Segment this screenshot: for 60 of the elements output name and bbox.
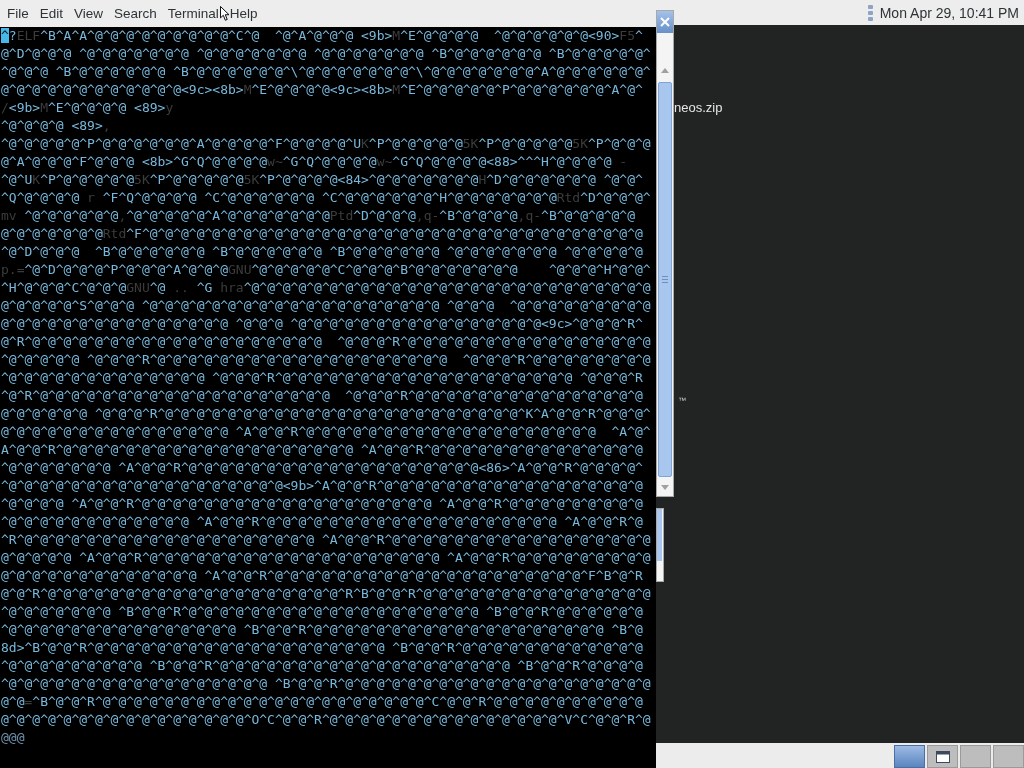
- terminal-line: ^?ELF^B^A^A^@^@^@^@^@^@^@^@^@^C^@ ^@^A^@^@^@ <9b>M^E^@^@^@^@ ^@^@^@^@^@^@<90>F5^: [1, 27, 643, 45]
- terminal-line: ^@^@^@^@^@^@^@^@^@^@^@^@^@^@^@^@^@ ^B^@^@^R^@^@^@^@^@^@^@^@^@^@^@^@^@^@^@^@^@^@^@^@: [1, 675, 651, 693]
- terminal-line: @^@=^B^@^@^R^@^@^@^@^@^@^@^@^@^@^@^@^@^@^@^@^@^@^@^@^@^C^@^@^R^@^@^@^@^@^@^@^@^@^@: [1, 693, 643, 711]
- terminal-line: @@@: [1, 729, 25, 747]
- terminal-line: @^@^@^@^@^@^@^@^@^@^@^@^@^@^@ ^@^@^@ ^@^@^@^@^@^@^@^@^@^@^@^@^@^@^@^@<9c>^@^@^@^R^: [1, 315, 643, 333]
- handle-icon[interactable]: [867, 4, 873, 21]
- menu-item[interactable]: Help: [229, 3, 258, 24]
- scrollbar-thumb[interactable]: [657, 509, 662, 561]
- desktop-icon-label[interactable]: neos.zip: [674, 101, 723, 116]
- terminal-line: ^@^UK^P^@^@^@^@^@5K^P^@^@^@^@^@5K^P^@^@^@^@<84>^@^@^@^@^@^@^@H^D^@^@^@^@^@^@ ^@^@^: [1, 171, 643, 189]
- menu-item[interactable]: Search: [114, 3, 157, 24]
- terminal-line: mv ^@^@^@^@^@^@,^@^@^@^@^@^A^@^@^@^@^@^@^@Ptd^D^@^@^@,q-^B^@^@^@^@,q-^B^@^@^@^@^@: [1, 207, 635, 225]
- terminal-line: @^@^@^@^@ ^A^@^@^R^@^@^@^@^@^@^@^@^@^@^@^@^@^@^@^@^@^@^@ ^A^@^@^R^@^@^@^@^@^@^@^@^@: [1, 549, 651, 567]
- terminal-line: ^@^@^@^@^@^P^@^@^@^@^@^@^A^@^@^@^@^F^@^@^@^@^UK^P^@^@^@^@^@5K^P^@^@^@^@^@5K^P^@^@^@: [1, 135, 651, 153]
- terminal-line: ^@^@^@ ^B^@^@^@^@^@^@ ^B^@^@^@^@^@^@^\^@^@^@^@^@^@^@^\^@^@^@^@^@^@^@^A^@^@^@^@^@^@^: [1, 63, 651, 81]
- terminal-line: ^@^@^@^@^@^@^@^@^@^@^@^@ ^A^@^@^R^@^@^@^@^@^@^@^@^@^@^@^@^@^@^@^@^@^@^@ ^A^@^@^R^@: [1, 513, 643, 531]
- terminal-line: ^@^@^@^@^@^@^@^@^@^@^@^@^@ ^@^@^@^R^@^@^@^@^@^@^@^@^@^@^@^@^@^@^@^@^@^@^@ ^@^@^@^R: [1, 369, 643, 387]
- terminal-line: @^R^@^@^@^@^@^@^@^@^@^@^@^@^@^@^@^@^@^@^@ ^@^@^@^R^@^@^@^@^@^@^@^@^@^@^@^@^@^@^@^@: [1, 333, 651, 351]
- terminal-line: @^@^@^@^@^@^@^@^@^@^@^@^@^@^@ ^A^@^@^R^@^@^@^@^@^@^@^@^@^@^@^@^@^@^@^@^@^@^@ ^A^@^: [1, 423, 651, 441]
- terminal-line: @^@^@^@^@^@^@^@^@^@^@^@<9c><8b>M^E^@^@^@^@<9c><8b>M^E^@^@^@^@^@^P^@^@^@^@^@^@^A^@^: [1, 81, 643, 99]
- terminal-line: ^@^@^@^@^@ ^@^@^@^R^@^@^@^@^@^@^@^@^@^@^@^@^@^@^@^@^@^@^@ ^@^@^@^R^@^@^@^@^@^@^@^@: [1, 351, 651, 369]
- terminal-line: ^H^@^@^@^C^@^@^@GNU^@ .. ^G hra^@^@^@^@^@^@^@^@^@^@^@^@^@^@^@^@^@^@^@^@^@^@^@^@^@^@: [1, 279, 651, 297]
- desktop-icon-label[interactable]: ™: [678, 396, 686, 406]
- grip-icon: [662, 276, 668, 283]
- terminal-line: A^@^@^R^@^@^@^@^@^@^@^@^@^@^@^@^@^@^@^@^@^@^@ ^A^@^@^R^@^@^@^@^@^@^@^@^@^@^@^@^@^@: [1, 441, 643, 459]
- terminal-line: ^@^@^@^@ <89>,: [1, 117, 111, 135]
- terminal-line: @^@^@^@^@^@^@Rtd^F^@^@^@^@^@^@^@^@^@^@^@^@^@^@^@^@^@^@^@^@^@^@^@^@^@^@^@^@^@^@^@^@: [1, 225, 643, 243]
- scroll-down-arrow[interactable]: [661, 485, 669, 490]
- terminal-line: p.=^@^D^@^@^@^P^@^@^@^A^@^@^@GNU^@^@^@^@^@^C^@^@^@^B^@^@^@^@^@^@^@ ^@^@^@^H^@^@^: [1, 261, 651, 279]
- terminal-line: ^@^@^@^@^@^@^@ ^A^@^@^R^@^@^@^@^@^@^@^@^@^@^@^@^@^@^@^@^@^@^@<86>^A^@^@^R^@^@^@^@^: [1, 459, 643, 477]
- close-icon: [660, 17, 670, 27]
- mouse-pointer-icon: [220, 6, 230, 22]
- close-button[interactable]: [657, 11, 673, 33]
- terminal-line: ^@^@^@^@^@^@^@ ^B^@^@^R^@^@^@^@^@^@^@^@^@^@^@^@^@^@^@^@^@^@^@ ^B^@^@^R^@^@^@^@^@^@: [1, 603, 643, 621]
- menu-item[interactable]: View: [74, 3, 104, 24]
- clock[interactable]: Mon Apr 29, 10:41 PM: [879, 4, 1019, 21]
- terminal-line: ^R^@^@^@^@^@^@^@^@^@^@^@^@^@^@^@^@^@^@^@ ^A^@^@^R^@^@^@^@^@^@^@^@^@^@^@^@^@^@^@^@^@: [1, 531, 651, 549]
- terminal-line: @^@^@^@^@^@^@^@^@^@^@^@^@ ^A^@^@^R^@^@^@^@^@^@^@^@^@^@^@^@^@^@^@^@^@^@^@^@^F^B^@^R: [1, 567, 643, 585]
- terminal-line: ^@^@^@^@^@^@^@^@^@^@^@^@^@^@^@ ^B^@^@^R^@^@^@^@^@^@^@^@^@^@^@^@^@^@^@^@^@^@^@ ^B^@: [1, 621, 643, 639]
- terminal-line: ^@^D^@^@^@ ^B^@^@^@^@^@^@ ^B^@^@^@^@^@^@ ^B^@^@^@^@^@^@ ^@^@^@^@^@^@^@ ^@^@^@^@^@: [1, 243, 643, 261]
- terminal-line: ^Q^@^@^@^@ r ^F^Q^@^@^@^@ ^C^@^@^@^@^@^@ ^C^@^@^@^@^@^@^H^@^@^@^@^@^@^@Rtd^D^@^@^@^: [1, 189, 651, 207]
- terminal-line: @^A^@^@^@^F^@^@^@ <8b>^G^Q^@^@^@^@w~^G^Q^@^@^@^@w~^G^Q^@^@^@^@<88>^^^H^@^@^@^@ -: [1, 153, 628, 171]
- scrollbar-thumb[interactable]: [658, 82, 672, 477]
- scroll-up-arrow[interactable]: [661, 68, 669, 73]
- terminal-line: ^@^R^@^@^@^@^@^@^@^@^@^@^@^@^@^@^@^@^@^@^@ ^@^@^@^R^@^@^@^@^@^@^@^@^@^@^@^@^@^@^@: [1, 387, 643, 405]
- terminal-line: @^D^@^@^@ ^@^@^@^@^@^@^@ ^@^@^@^@^@^@^@ ^@^@^@^@^@^@^@ ^B^@^@^@^@^@^@ ^B^@^@^@^@^@^: [1, 45, 651, 63]
- terminal-line: @^@^R^@^@^@^@^@^@^@^@^@^@^@^@^@^@^@^@^@^@^@^R^B^@^@^R^@^@^@^@^@^@^@^@^@^@^@^@^@^@^@: [1, 585, 651, 603]
- terminal-line: /<9b>M^E^@^@^@^@ <89>y: [1, 99, 174, 117]
- terminal-line: @^@^@^@^@^@ ^@^@^@^R^@^@^@^@^@^@^@^@^@^@^@^@^@^@^@^@^@^@^@^@^@^@^@^K^A^@^@^R^@^@^@^: [1, 405, 651, 423]
- window-icon: [935, 750, 950, 763]
- terminal-line: ^@^@^@^@ ^A^@^@^R^@^@^@^@^@^@^@^@^@^@^@^@^@^@^@^@^@^@^@ ^A^@^@^R^@^@^@^@^@^@^@^@^@: [1, 495, 643, 513]
- menu-item[interactable]: Terminal: [167, 3, 219, 24]
- menu-item[interactable]: Edit: [39, 3, 64, 24]
- taskbar-button[interactable]: [927, 745, 958, 768]
- terminal-line: ^@^@^@^@^@^@^@^@^@^@^@^@^@^@^@^@^@^@<9b>^A^@^@^R^@^@^@^@^@^@^@^@^@^@^@^@^@^@^@^@^@: [1, 477, 643, 495]
- menu-item[interactable]: File: [7, 3, 29, 24]
- terminal-line: @^@^@^@^@^@^@^@^@^@^@^@^@^@^@^@^O^C^@^@^R^@^@^@^@^@^@^@^@^@^@^@^@^@^@^@^V^C^@^@^R^@: [1, 711, 651, 729]
- terminal-line: 8d>^B^@^@^R^@^@^@^@^@^@^@^@^@^@^@^@^@^@^@^@^@^@^@ ^B^@^@^R^@^@^@^@^@^@^@^@^@^@^@^@: [1, 639, 643, 657]
- terminal-line: ^@^@^@^@^@^@^@^@^@ ^B^@^@^R^@^@^@^@^@^@^@^@^@^@^@^@^@^@^@^@^@^@^@ ^B^@^@^R^@^@^@^@: [1, 657, 643, 675]
- terminal-line: @^@^@^@^@^S^@^@^@ ^@^@^@^@^@^@^@^@^@^@^@^@^@^@^@^@^@^@^@ ^@^@^@ ^@^@^@^@^@^@^@^@^@: [1, 297, 651, 315]
